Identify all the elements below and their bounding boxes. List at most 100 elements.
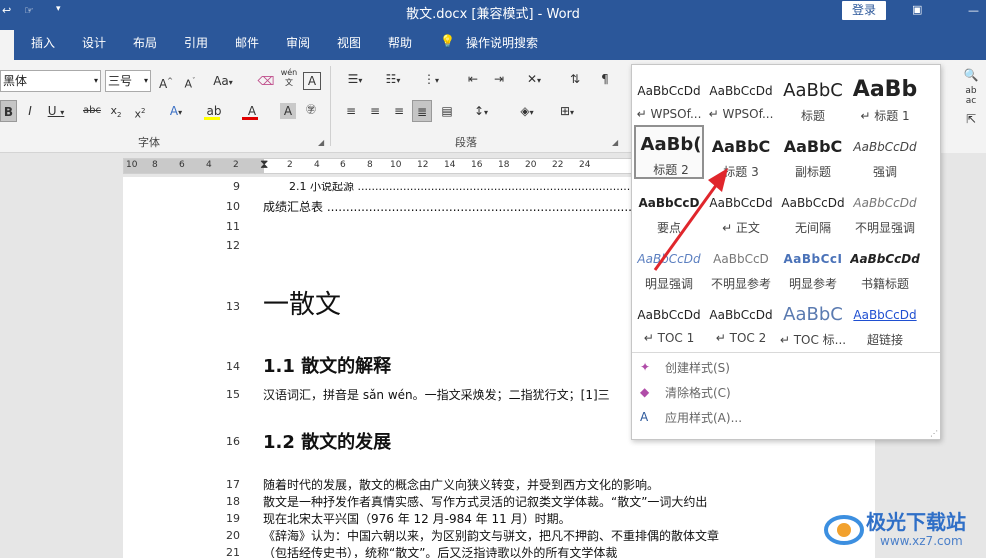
tab-view[interactable]: 视图 [337, 34, 361, 51]
style-toc-1[interactable]: AaBbCcDd ↵ TOC 1 [634, 293, 704, 347]
font-color-icon[interactable]: A [240, 100, 264, 122]
body-paragraph[interactable]: 散文是一种抒发作者真情实感、写作方式灵活的记叙类文学体裁。“散文”一词大约出 [263, 493, 707, 510]
ruler-number: 10 [126, 160, 138, 170]
style-toc-heading[interactable]: AaBbC ↵ TOC 标... [778, 293, 848, 347]
select-icon[interactable]: ⇱ [961, 108, 981, 130]
tab-references[interactable]: 引用 [184, 34, 208, 51]
tab-help[interactable]: 帮助 [388, 34, 412, 51]
multilevel-list-icon[interactable]: ⋮▾ [416, 68, 446, 90]
heading-2[interactable]: 1.2 散文的发展 [263, 428, 391, 454]
chevron-down-icon[interactable]: ▾ [144, 71, 148, 91]
clear-formatting-icon[interactable]: ⌫ [255, 70, 277, 92]
grow-font-icon[interactable]: A^ [157, 70, 175, 92]
tab-insert[interactable]: 插入 [31, 34, 55, 51]
ruler-number: 2 [287, 160, 293, 170]
tab-home[interactable] [0, 30, 14, 60]
character-shading-icon[interactable]: A [280, 103, 296, 119]
ribbon-display-icon[interactable]: ▣ [912, 3, 922, 16]
minimize-icon[interactable]: — [968, 4, 979, 17]
toc-entry[interactable]: 成绩汇总表 ..................................… [263, 198, 689, 215]
tab-design[interactable]: 设计 [82, 34, 106, 51]
text-effects-icon[interactable]: A▾ [164, 100, 188, 122]
sort-icon[interactable]: ⇅ [564, 68, 586, 90]
highlight-icon[interactable]: ab [202, 100, 226, 122]
tell-me-search[interactable]: 操作说明搜索 [466, 34, 538, 51]
ruler-number: 4 [314, 160, 320, 170]
body-paragraph[interactable]: 随着时代的发展，散文的概念由广义向狭义转变，并受到西方文化的影响。 [263, 476, 659, 493]
ruler-number: 6 [340, 160, 346, 170]
create-style-button[interactable]: 创建样式(S) [665, 359, 730, 376]
paragraph-dialog-launcher-icon[interactable]: ◢ [612, 138, 618, 147]
style-hyperlink[interactable]: AaBbCcDd 超链接 [850, 293, 920, 347]
align-left-icon[interactable]: ≡ [340, 100, 362, 122]
ruler-number: 16 [471, 160, 483, 170]
change-case-button[interactable]: Aa▾ [209, 70, 237, 92]
resize-grip-icon[interactable]: ⋰ [930, 429, 938, 438]
body-paragraph[interactable]: 现在北宋太平兴国（976 年 12 月-984 年 11 月）时期。 [263, 510, 571, 527]
align-right-icon[interactable]: ≡ [388, 100, 410, 122]
distributed-icon[interactable]: ▤ [436, 100, 458, 122]
italic-button[interactable]: I [22, 100, 38, 122]
style-intense-reference[interactable]: AaBbCcI 明显参考 [778, 237, 848, 291]
clear-formatting-button[interactable]: 清除格式(C) [665, 384, 731, 401]
style-title[interactable]: AaBbC 标题 [778, 69, 848, 123]
tab-layout[interactable]: 布局 [133, 34, 157, 51]
decrease-indent-icon[interactable]: ⇤ [462, 68, 484, 90]
apply-styles-button[interactable]: 应用样式(A)... [665, 409, 742, 426]
numbering-icon[interactable]: ☷▾ [378, 68, 408, 90]
replace-icon[interactable]: ab ac [961, 86, 981, 108]
strikethrough-button[interactable]: abc [80, 100, 104, 122]
style-emphasis[interactable]: AaBbCcDd 强调 [850, 125, 920, 179]
tab-mailings[interactable]: 邮件 [235, 34, 259, 51]
font-group-label: 字体 [138, 136, 160, 149]
line-spacing-icon[interactable]: ↕▾ [466, 100, 496, 122]
heading-2[interactable]: 1.1 散文的解释 [263, 352, 391, 378]
horizontal-ruler[interactable]: 10 8 6 4 2 ⧗ 2 4 6 8 10 12 14 16 18 20 2… [123, 157, 633, 174]
underline-button[interactable]: U ▾ [44, 100, 68, 122]
style-book-title[interactable]: AaBbCcDd 书籍标题 [850, 237, 920, 291]
style-no-spacing[interactable]: AaBbCcDd 无间隔 [778, 181, 848, 235]
heading-1[interactable]: 一散文 [263, 284, 341, 321]
font-name-box[interactable]: 黑体 ▾ [0, 70, 101, 92]
login-button[interactable]: 登录 [842, 1, 886, 20]
style-heading-1[interactable]: AaBb ↵ 标题 1 [850, 69, 920, 123]
justify-icon[interactable]: ≣ [412, 100, 432, 122]
style-name: ↵ TOC 2 [715, 331, 767, 345]
phonetic-guide-icon[interactable]: wén 文 [279, 68, 299, 90]
style-preview: AaBbCcDd [709, 308, 773, 322]
enclose-characters-icon[interactable]: ㊫ [302, 100, 320, 122]
show-marks-icon[interactable]: ¶ [594, 68, 616, 90]
style-subtle-emphasis[interactable]: AaBbCcDd 不明显强调 [850, 181, 920, 235]
superscript-button[interactable]: x2 [132, 100, 148, 122]
style-preview: AaBbCcDd [781, 196, 845, 210]
line-number: 21 [226, 546, 240, 558]
chinese-layout-icon[interactable]: ✕▾ [518, 68, 550, 90]
style-subtitle[interactable]: AaBbC 副标题 [778, 125, 848, 179]
style-wpsoffice-2[interactable]: AaBbCcDd ↵ WPSOf... [706, 69, 776, 123]
create-style-icon: ✦ [640, 360, 651, 374]
font-dialog-launcher-icon[interactable]: ◢ [318, 138, 324, 147]
style-preview: AaBb [852, 77, 918, 102]
style-toc-2[interactable]: AaBbCcDd ↵ TOC 2 [706, 293, 776, 347]
tab-review[interactable]: 审阅 [286, 34, 310, 51]
body-paragraph[interactable]: （包括经传史书），统称“散文”。后又泛指诗歌以外的所有文学体裁 [263, 544, 617, 558]
line-number: 10 [226, 200, 240, 213]
font-size-box[interactable]: 三号 ▾ [105, 70, 151, 92]
chevron-down-icon[interactable]: ▾ [94, 71, 98, 91]
borders-icon[interactable]: ⊞▾ [552, 100, 582, 122]
body-paragraph[interactable]: 汉语词汇，拼音是 sǎn wén。一指文采焕发；二指犹行文；[1]三 [263, 386, 610, 403]
bold-button[interactable]: B [0, 100, 17, 122]
style-wpsoffice-1[interactable]: AaBbCcDd ↵ WPSOf... [634, 69, 704, 123]
increase-indent-icon[interactable]: ⇥ [488, 68, 510, 90]
body-paragraph[interactable]: 《辞海》认为：中国六朝以来，为区别韵文与骈文，把凡不押韵、不重排偶的散体文章 [263, 527, 719, 544]
align-center-icon[interactable]: ≡ [364, 100, 386, 122]
shrink-font-icon[interactable]: Aˇ [181, 70, 199, 92]
find-icon[interactable]: 🔍 [961, 64, 981, 86]
bullets-icon[interactable]: ☰▾ [340, 68, 370, 90]
style-name: ↵ TOC 标... [779, 333, 847, 347]
indent-marker-icon[interactable]: ⧗ [260, 157, 268, 172]
shading-icon[interactable]: ◈▾ [512, 100, 542, 122]
subscript-button[interactable]: x2 [108, 100, 124, 122]
style-preview: AaBbC [783, 305, 843, 325]
character-border-icon[interactable]: A [303, 72, 321, 90]
